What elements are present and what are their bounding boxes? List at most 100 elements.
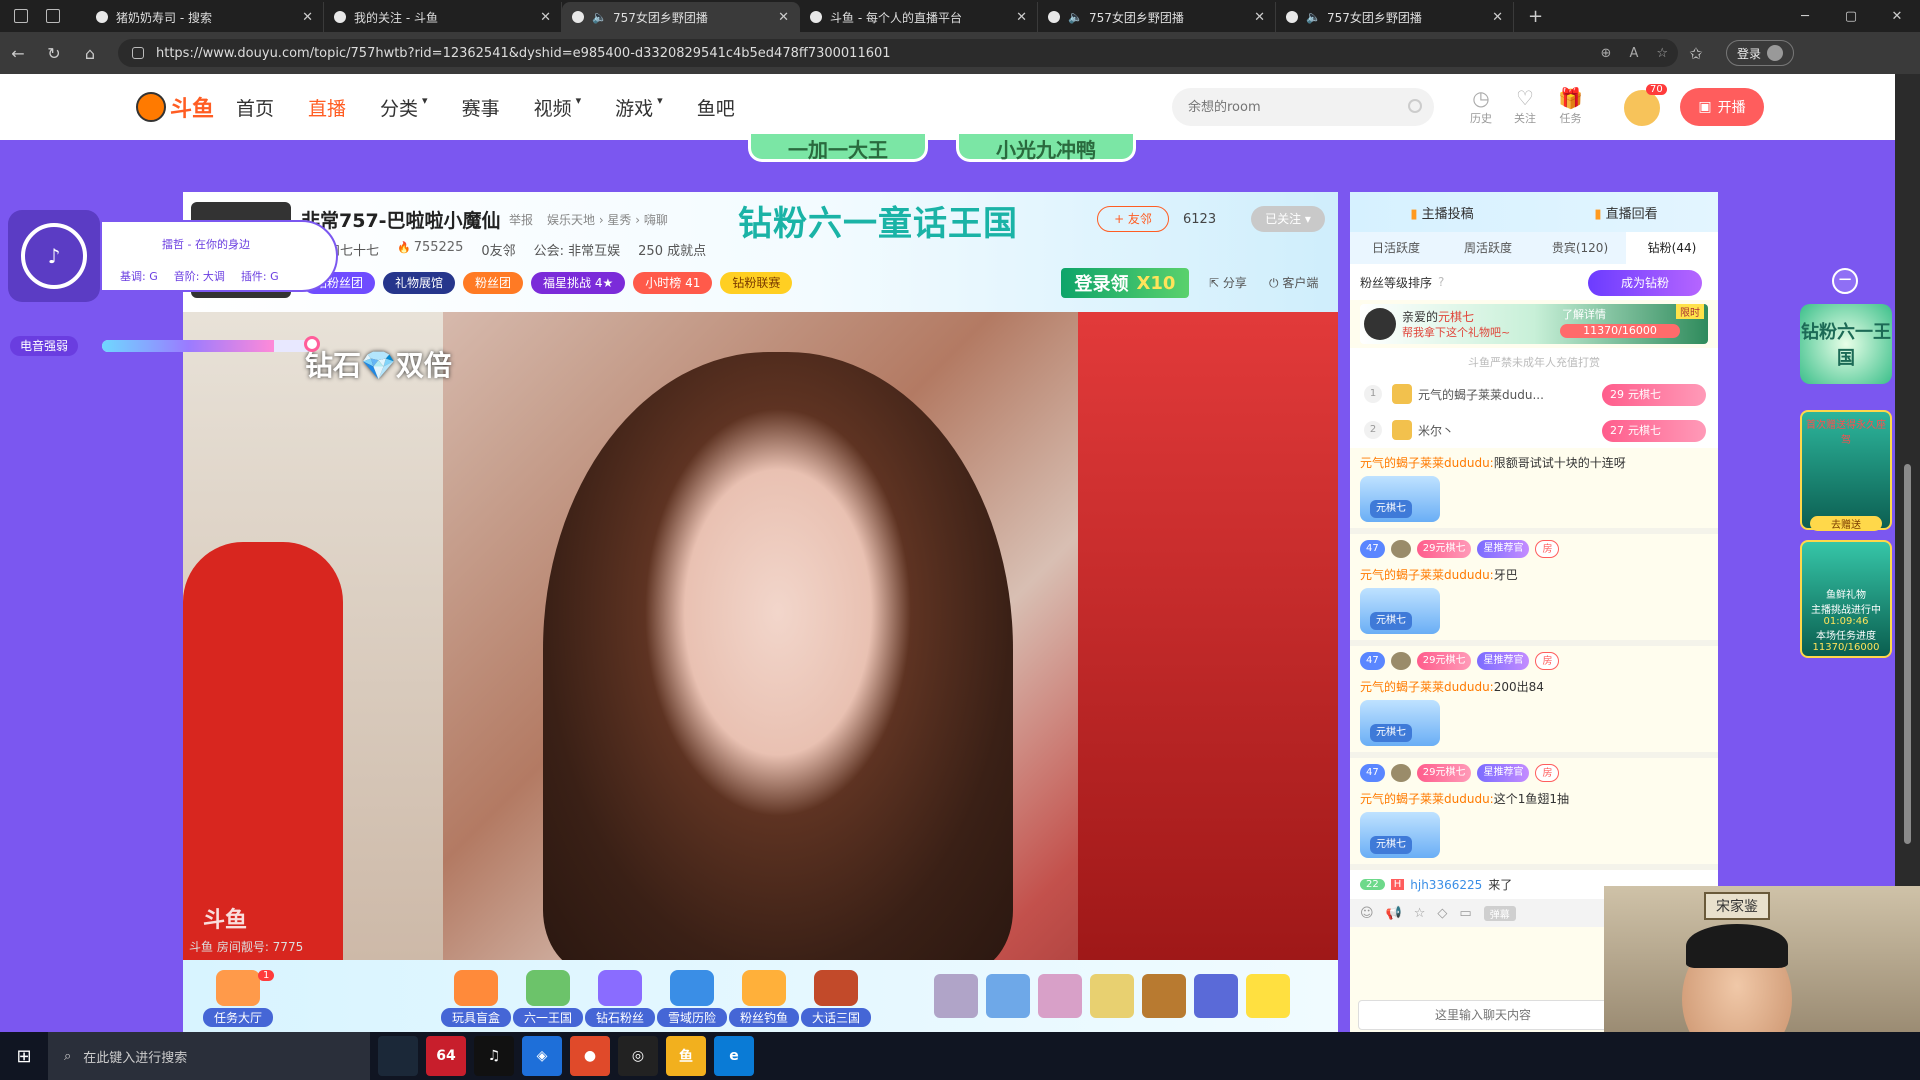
effect-strength-slider[interactable] bbox=[102, 340, 312, 352]
scrollbar-thumb[interactable] bbox=[1904, 464, 1911, 844]
enter-username[interactable]: hjh3366225 bbox=[1410, 878, 1482, 892]
rank-row[interactable]: 2 米尔丶 27 元棋七 bbox=[1350, 412, 1718, 448]
browser-tab-2[interactable]: 我的关注 - 斗鱼 ✕ bbox=[324, 2, 562, 32]
home-button[interactable]: ⌂ bbox=[72, 44, 108, 63]
gift-item-7[interactable] bbox=[1246, 974, 1290, 1018]
event-widget-first-gift[interactable]: 首次赠送得永久座驾 去赠送 bbox=[1800, 410, 1892, 531]
app-64-icon[interactable]: 64 bbox=[426, 1036, 466, 1076]
effect-slider-knob[interactable] bbox=[304, 336, 320, 352]
message-username[interactable]: 元气的蝎子莱莱dududu: bbox=[1360, 568, 1494, 582]
fan-rank-label[interactable]: 粉丝等级排序 bbox=[1360, 274, 1432, 291]
search-input[interactable] bbox=[1172, 88, 1434, 126]
music-app-icon[interactable]: ♫ bbox=[474, 1036, 514, 1076]
workspaces-icon[interactable] bbox=[14, 9, 28, 23]
read-aloud-icon[interactable]: A bbox=[1629, 46, 1638, 61]
nav-item-5[interactable]: 视频 bbox=[534, 94, 572, 121]
nav-item-2[interactable]: 直播 bbox=[308, 94, 346, 121]
favorite-star-icon[interactable]: ☆ bbox=[1656, 46, 1668, 61]
browser-tab-1[interactable]: 猪奶奶寿司 - 搜索 ✕ bbox=[86, 2, 324, 32]
room-tag-2[interactable]: 礼物展馆 bbox=[383, 272, 456, 294]
tool-4[interactable]: 钻石粉丝 bbox=[585, 970, 655, 1027]
emoji-icon[interactable]: ☺ bbox=[1360, 906, 1374, 921]
speaker-icon[interactable]: 📢 bbox=[1386, 906, 1402, 921]
edge-icon[interactable]: e bbox=[714, 1036, 754, 1076]
folder-app-icon[interactable]: ◈ bbox=[522, 1036, 562, 1076]
rank-tab-4[interactable]: 钻粉(44) bbox=[1626, 232, 1718, 264]
browser-tab-5[interactable]: 🔈 757女团乡野团播 ✕ bbox=[1038, 2, 1276, 32]
tab-close-icon[interactable]: ✕ bbox=[302, 10, 313, 25]
message-username[interactable]: 元气的蝎子莱莱dududu: bbox=[1360, 680, 1494, 694]
rank-tab-3[interactable]: 贵宾(120) bbox=[1534, 232, 1626, 264]
learn-more-link[interactable]: 了解详情 bbox=[1562, 306, 1606, 322]
message-username[interactable]: 元气的蝎子莱莱dududu: bbox=[1360, 456, 1494, 470]
zoom-icon[interactable]: ⊕ bbox=[1601, 46, 1612, 61]
nav-item-6[interactable]: 游戏 bbox=[615, 94, 653, 121]
new-tab-button[interactable]: + bbox=[1514, 6, 1557, 27]
tab-audio-icon[interactable]: 🔈 bbox=[1068, 10, 1083, 24]
client-button[interactable]: ⏻ 客户端 bbox=[1269, 274, 1318, 291]
nav-item-1[interactable]: 首页 bbox=[236, 94, 274, 121]
room-tag-5[interactable]: 小时榜 41 bbox=[633, 272, 713, 294]
room-tag-4[interactable]: 福星挑战 4★ bbox=[531, 272, 626, 294]
douyu-app-icon[interactable]: 鱼 bbox=[666, 1036, 706, 1076]
gift-item-2[interactable] bbox=[986, 974, 1030, 1018]
obs-icon[interactable]: ◎ bbox=[618, 1036, 658, 1076]
header-clock-button[interactable]: ◷ 历史 bbox=[1470, 86, 1492, 126]
video-player[interactable]: 钻石💎双倍 斗鱼 斗鱼 房间靓号: 7775 bbox=[183, 312, 1338, 960]
tab-close-icon[interactable]: ✕ bbox=[540, 10, 551, 25]
gift-item-1[interactable] bbox=[934, 974, 978, 1018]
taskbar-search[interactable]: ⌕ 在此键入进行搜索 bbox=[48, 1032, 370, 1080]
help-icon[interactable]: ? bbox=[1438, 275, 1444, 289]
gift-promo-banner[interactable]: 亲爱的元棋七 帮我拿下这个礼物吧~ 了解详情 限时 11370/16000 bbox=[1360, 304, 1708, 344]
report-link[interactable]: 举报 bbox=[509, 211, 533, 228]
browser-login-button[interactable]: 登录 bbox=[1726, 40, 1795, 66]
nav-item-7[interactable]: 鱼吧 bbox=[697, 94, 735, 121]
favorites-icon[interactable]: ✩ bbox=[1678, 44, 1714, 63]
browser-tab-6[interactable]: 🔈 757女团乡野团播 ✕ bbox=[1276, 2, 1514, 32]
tab-close-icon[interactable]: ✕ bbox=[1254, 10, 1265, 25]
tool-3[interactable]: 六一王国 bbox=[513, 970, 583, 1027]
top-banner-1[interactable]: 一加一大王 bbox=[748, 134, 928, 162]
chat-mode-icon[interactable]: ▭ bbox=[1459, 906, 1471, 921]
anchor-posts-link[interactable]: 主播投稿 bbox=[1410, 203, 1474, 222]
windows-start-icon[interactable]: ⊞ bbox=[0, 1046, 48, 1067]
login-reward-banner[interactable]: 登录领 X10 bbox=[1061, 268, 1189, 298]
rank-tab-1[interactable]: 日活跃度 bbox=[1350, 232, 1442, 264]
start-broadcast-button[interactable]: ▣ 开播 bbox=[1680, 88, 1764, 126]
followed-button[interactable]: 已关注 ▾ bbox=[1251, 206, 1325, 232]
go-gift-button[interactable]: 去赠送 bbox=[1810, 516, 1882, 531]
top-banner-2[interactable]: 小光九冲鸭 bbox=[956, 134, 1136, 162]
neighbor-button[interactable]: + 友邻 bbox=[1097, 206, 1169, 232]
steam-icon[interactable] bbox=[378, 1036, 418, 1076]
tab-close-icon[interactable]: ✕ bbox=[1016, 10, 1027, 25]
tool-7[interactable]: 大话三国 bbox=[801, 970, 871, 1027]
room-categories[interactable]: 娱乐天地 › 星秀 › 嗨聊 bbox=[547, 211, 668, 228]
url-field[interactable]: https://www.douyu.com/topic/757hwtb?rid=… bbox=[118, 39, 1678, 67]
refresh-button[interactable]: ↻ bbox=[36, 44, 72, 63]
guild-name[interactable]: 公会: 非常互娱 bbox=[534, 240, 621, 259]
gift-item-4[interactable] bbox=[1090, 974, 1134, 1018]
room-tag-3[interactable]: 粉丝团 bbox=[463, 272, 524, 294]
tab-close-icon[interactable]: ✕ bbox=[778, 10, 789, 25]
star-icon[interactable]: ☆ bbox=[1414, 906, 1426, 921]
minimize-button[interactable]: ─ bbox=[1782, 9, 1828, 24]
header-gift-button[interactable]: 🎁 任务 bbox=[1558, 86, 1583, 126]
header-heart-button[interactable]: ♡ 关注 bbox=[1514, 86, 1536, 126]
nav-item-3[interactable]: 分类 bbox=[380, 94, 418, 121]
maximize-button[interactable]: ▢ bbox=[1828, 9, 1874, 24]
event-widget-kingdom[interactable]: 钻粉六一王国 bbox=[1800, 304, 1892, 384]
tab-audio-icon[interactable]: 🔈 bbox=[592, 10, 607, 24]
tool-2[interactable]: 玩具盲盒 bbox=[441, 970, 511, 1027]
tab-close-icon[interactable]: ✕ bbox=[1492, 10, 1503, 25]
replay-link[interactable]: 直播回看 bbox=[1594, 203, 1658, 222]
message-username[interactable]: 元气的蝎子莱莱dududu: bbox=[1360, 792, 1494, 806]
shield-icon[interactable]: ◇ bbox=[1437, 906, 1447, 921]
back-button[interactable]: ← bbox=[0, 44, 36, 63]
tab-actions-icon[interactable] bbox=[46, 9, 60, 23]
chrome-icon[interactable]: ● bbox=[570, 1036, 610, 1076]
close-window-button[interactable]: ✕ bbox=[1874, 9, 1920, 24]
barrage-toggle[interactable]: 弹幕 bbox=[1483, 905, 1516, 921]
share-button[interactable]: ⇱ 分享 bbox=[1209, 274, 1247, 291]
browser-tab-3[interactable]: 🔈 757女团乡野团播 ✕ bbox=[562, 2, 800, 32]
tool-6[interactable]: 粉丝钓鱼 bbox=[729, 970, 799, 1027]
